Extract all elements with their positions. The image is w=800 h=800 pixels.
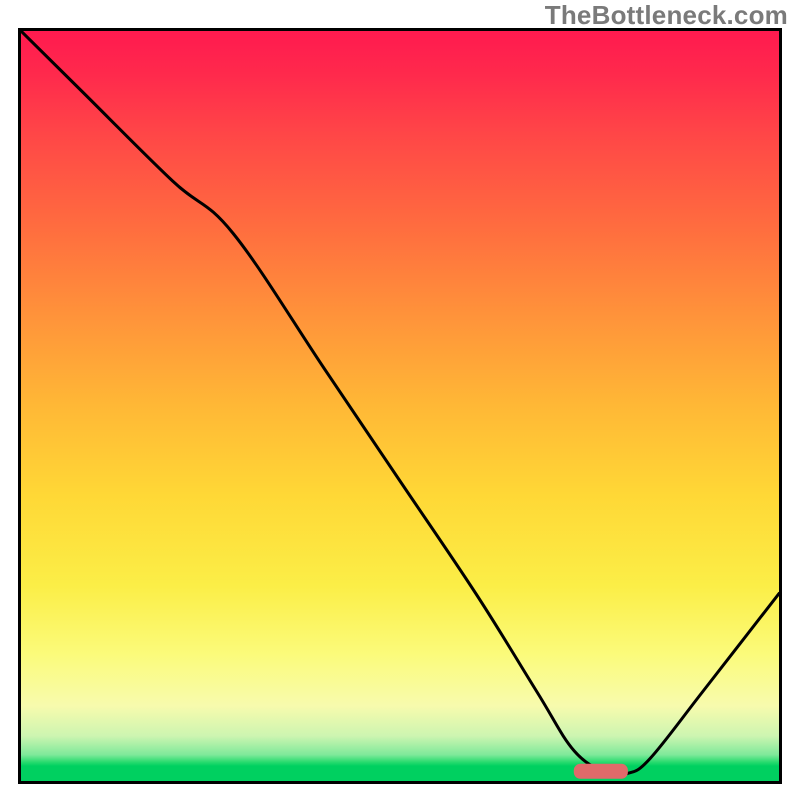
bottleneck-curve: [21, 31, 779, 776]
plot-frame: [18, 28, 782, 784]
chart-container: TheBottleneck.com: [0, 0, 800, 800]
sweet-spot-marker: [574, 764, 627, 778]
curve-svg: [21, 31, 779, 781]
watermark-text: TheBottleneck.com: [545, 0, 788, 31]
